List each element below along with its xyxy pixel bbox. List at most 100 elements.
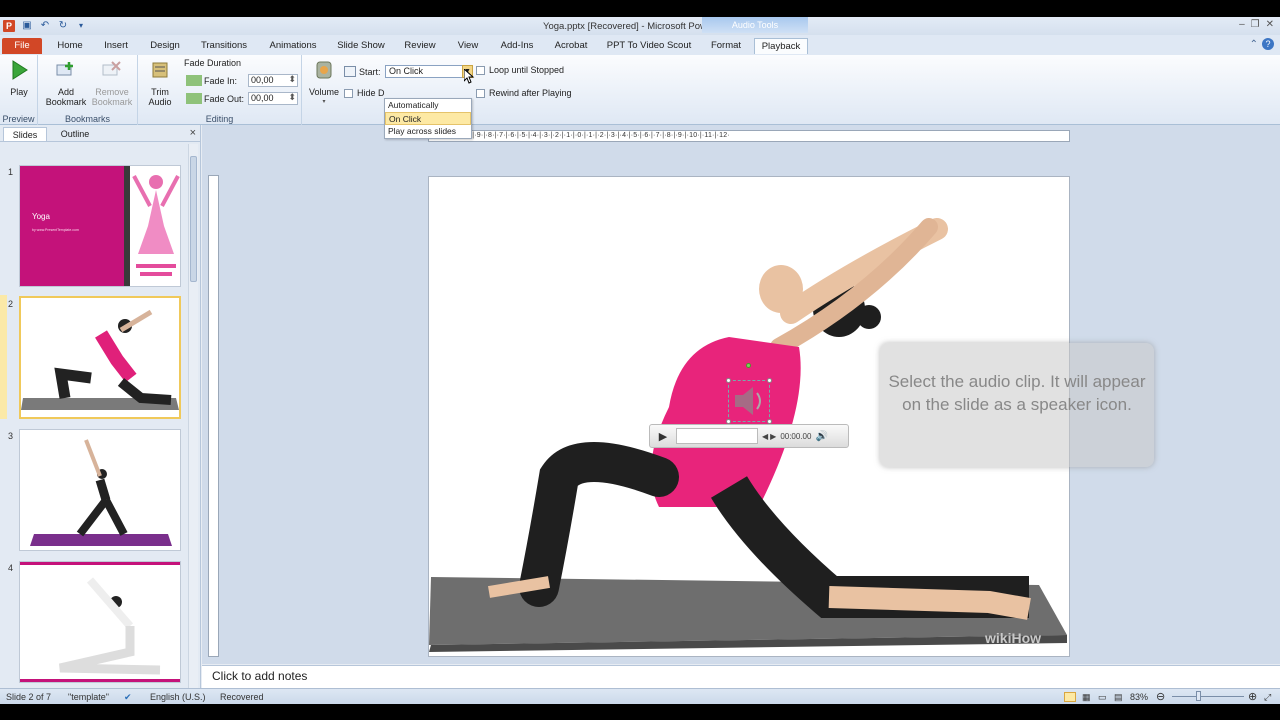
fit-to-window-icon[interactable]: ⤢ [1264,692,1271,703]
slide-count-status: Slide 2 of 7 [6,692,52,702]
selection-handle[interactable] [726,419,731,424]
spell-check-icon[interactable]: ✔ [124,692,132,703]
zoom-in-icon[interactable]: ⊕ [1248,690,1257,703]
tab-transitions[interactable]: Transitions [194,38,254,54]
close-icon[interactable]: ✕ [1266,19,1274,30]
thumb1-subtitle: by www.PresentTemplate.com [32,228,79,232]
slide-show-icon[interactable]: ▤ [1114,692,1123,703]
zoom-slider[interactable] [1172,696,1244,697]
volume-icon [316,61,332,79]
speaker-icon[interactable] [726,363,772,424]
start-select[interactable]: On Click ▼ [385,65,473,78]
audio-forward-icon[interactable]: ▶ [770,432,776,441]
horizontal-ruler: ·12·|·11·|·10·|·9·|·8·|·7·|·6·|·5·|·4·|·… [428,130,1070,142]
tab-slides[interactable]: Slides [3,127,47,141]
theme-status: "template" [68,692,109,702]
add-bookmark-icon [56,62,73,76]
zoom-slider-thumb[interactable] [1196,691,1201,701]
loop-until-stopped-checkbox[interactable] [476,65,485,75]
volume-button[interactable]: Volume ▾ [306,59,342,107]
remove-bookmark-button[interactable]: Remove Bookmark [90,59,134,107]
tab-home[interactable]: Home [50,38,90,54]
tab-file[interactable]: File [2,38,42,54]
tab-add-ins[interactable]: Add-Ins [494,38,540,54]
audio-progress-track[interactable] [676,428,758,444]
start-option-play-across-slides[interactable]: Play across slides [385,125,471,138]
language-status[interactable]: English (U.S.) [150,692,206,702]
reading-view-icon[interactable]: ▭ [1098,692,1107,703]
tutorial-callout: Select the audio clip. It will appear on… [880,343,1154,467]
start-option-on-click[interactable]: On Click [385,112,471,125]
vertical-ruler [208,175,219,657]
slides-panel-scroll-thumb[interactable] [190,156,197,282]
thumb3-yoga-pose-image [30,439,172,546]
tab-slide-show[interactable]: Slide Show [332,38,390,54]
tab-acrobat[interactable]: Acrobat [548,38,594,54]
fade-out-icon [186,93,202,104]
slide-thumbnail-2[interactable] [19,296,181,419]
trim-audio-button[interactable]: Trim Audio [142,59,178,107]
play-button[interactable]: Play [4,59,34,97]
audio-rewind-icon[interactable]: ◀ [762,432,768,441]
ribbon-tabs: File Home Insert Design Transitions Anim… [0,35,1280,55]
zoom-out-icon[interactable]: ⊖ [1156,690,1165,703]
normal-view-icon[interactable] [1064,692,1076,702]
selection-handle[interactable] [767,378,772,383]
fade-in-spinner[interactable]: 00,00 [248,74,298,87]
tab-insert[interactable]: Insert [96,38,136,54]
trim-audio-icon [152,62,168,78]
tab-view[interactable]: View [450,38,486,54]
powerpoint-window: P ▣ ↶ ↻ ▾ Yoga.pptx [Recovered] - Micros… [0,17,1280,704]
wikihow-watermark: wikiHow [984,630,1041,646]
thumb1-title: Yoga [32,212,50,221]
start-option-automatically[interactable]: Automatically [385,99,471,112]
slide-thumbnail-4[interactable] [19,561,181,683]
close-panel-icon[interactable]: × [190,127,196,139]
rotation-handle[interactable] [746,363,751,368]
add-bookmark-button[interactable]: Add Bookmark [44,59,88,107]
restore-icon[interactable]: ❐ [1251,19,1260,30]
hide-during-show-row: Hide D [344,88,385,98]
fade-out-spinner[interactable]: 00,00 [248,92,298,105]
slides-panel-scrollbar[interactable] [188,144,198,688]
rewind-row: Rewind after Playing [476,88,572,98]
tab-outline[interactable]: Outline [50,127,100,141]
selected-slide-indicator [0,295,7,419]
notes-pane[interactable]: Click to add notes [202,665,1280,688]
minimize-icon[interactable]: – [1239,19,1245,30]
ribbon-minimize-icon[interactable]: ⌃ [1250,39,1258,50]
tab-format[interactable]: Format [704,38,748,54]
selection-handle[interactable] [767,419,772,424]
tab-review[interactable]: Review [398,38,442,54]
tab-ppt-to-video-scout[interactable]: PPT To Video Scout [602,38,696,54]
audio-tools-contextual-label: Audio Tools [702,17,808,33]
fade-in-row: Fade In: 00,00 [186,74,298,87]
zoom-level[interactable]: 83% [1130,692,1148,702]
group-preview: Play Preview [0,55,38,125]
slide-thumbnail-3[interactable] [19,429,181,551]
start-icon [344,66,356,77]
audio-speaker-icon [735,387,761,415]
audio-play-icon[interactable]: ▶ [654,430,672,443]
selection-handle[interactable] [726,378,731,383]
thumb4-bottom-bar [20,679,180,682]
fade-out-row: Fade Out: 00,00 [186,92,298,105]
audio-volume-icon[interactable]: 🔊 [815,431,827,442]
slide-thumbnail-1[interactable]: Yoga by www.PresentTemplate.com [19,165,181,287]
help-icon[interactable]: ? [1262,38,1274,50]
slides-panel: Slides Outline × 1 Yoga by www.PresentTe… [0,125,201,704]
play-icon [12,60,28,80]
tab-animations[interactable]: Animations [262,38,324,54]
rewind-after-playing-checkbox[interactable] [476,88,485,98]
yoga-figure-wordcloud-icon [132,175,180,276]
start-row: Start: On Click ▼ [344,65,473,78]
tab-playback[interactable]: Playback [754,38,808,54]
window-title: Yoga.pptx [Recovered] - Microsoft PowerP… [543,21,737,32]
thumb4-yoga-pose-image [58,577,161,675]
slide-sorter-icon[interactable]: ▦ [1082,692,1091,703]
tab-design[interactable]: Design [144,38,186,54]
hide-during-show-checkbox[interactable] [344,88,353,98]
group-editing: Trim Audio Fade Duration Fade In: 00,00 … [138,55,302,125]
start-dropdown-menu: Automatically On Click Play across slide… [384,98,472,139]
status-bar: Slide 2 of 7 "template" ✔ English (U.S.)… [0,688,1280,704]
